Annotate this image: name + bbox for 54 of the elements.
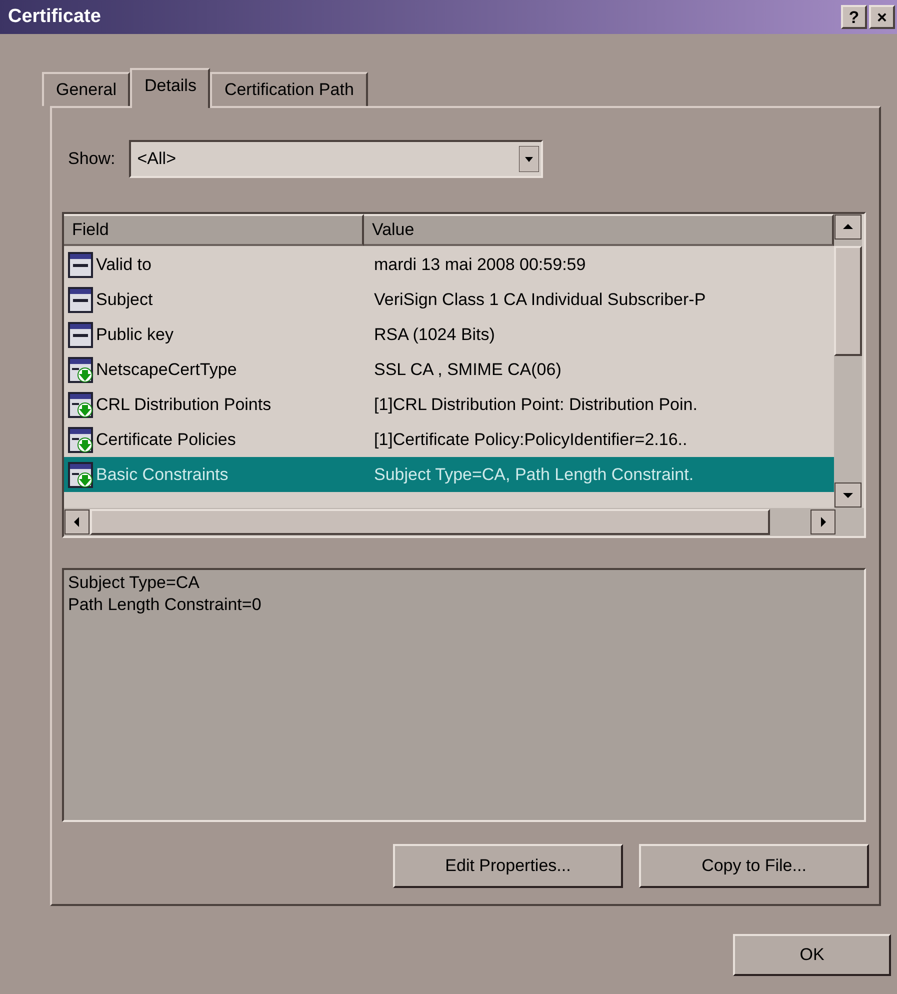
extension-field-icon [68, 356, 94, 384]
show-value: <All> [137, 148, 176, 170]
field-icon [68, 320, 94, 348]
extension-field-icon [68, 426, 94, 454]
horizontal-scrollbar[interactable] [64, 508, 864, 536]
table-cell-text: [1]Certificate Policy:PolicyIdentifier=2.16.. [373, 428, 688, 451]
vertical-scrollbar[interactable] [834, 214, 862, 508]
detail-text-box[interactable]: Subject Type=CA Path Length Constraint=0 [62, 568, 866, 822]
table-cell-text: Basic Constraints [96, 464, 228, 486]
table-cell-text: CRL Distribution Points [96, 394, 272, 416]
table-row[interactable]: NetscapeCertType SSL CA , SMIME CA(06) [64, 352, 834, 387]
table-cell-text: SSL CA , SMIME CA(06) [373, 358, 562, 381]
tab[interactable]: Details [130, 68, 210, 108]
close-button[interactable]: × [869, 5, 895, 29]
table-row[interactable]: CRL Distribution Points [1]CRL Distribution Point: Distribution Poin. [64, 387, 834, 422]
scroll-down-icon[interactable] [834, 482, 862, 508]
table-cell-text: Certificate Policies [96, 428, 236, 451]
table-row[interactable]: Subject VeriSign Class 1 CA Individual Subscriber-P [64, 282, 834, 317]
tab[interactable]: General [42, 72, 130, 106]
scroll-right-icon[interactable] [810, 509, 836, 535]
table-cell-text: Subject [96, 288, 153, 311]
table-row[interactable]: Public key RSA (1024 Bits) [64, 317, 834, 352]
scroll-thumb[interactable] [90, 509, 770, 535]
table-row[interactable]: Valid to mardi 13 mai 2008 00:59:59 [64, 247, 834, 282]
field-icon [68, 286, 94, 314]
table-row[interactable]: Basic Constraints Subject Type=CA, Path Length Constraint. [64, 457, 834, 492]
tab[interactable]: Certification Path [210, 72, 368, 106]
scroll-thumb[interactable] [834, 246, 862, 356]
window-title: Certificate [8, 4, 101, 29]
ok-button[interactable]: OK [733, 934, 891, 976]
table-row[interactable]: Certificate Policies [1]Certificate Policy:PolicyIdentifier=2.16.. [64, 422, 834, 457]
table-cell-text: NetscapeCertType [96, 358, 237, 381]
show-label: Show: [68, 148, 116, 170]
scroll-left-icon[interactable] [64, 509, 90, 535]
detail-line: Path Length Constraint=0 [68, 594, 262, 616]
extension-field-icon [68, 390, 94, 418]
detail-line: Subject Type=CA [68, 572, 201, 594]
table-cell-text: VeriSign Class 1 CA Individual Subscriber-P [373, 288, 707, 311]
action-button[interactable]: Edit Properties... [393, 844, 623, 888]
table-cell-text: [1]CRL Distribution Point: Distribution Poin. [373, 394, 698, 416]
column-header[interactable]: Value [364, 214, 834, 246]
column-header[interactable]: Field [64, 214, 364, 246]
field-icon [68, 250, 94, 278]
dropdown-arrow-icon [519, 146, 540, 172]
table-cell-text: mardi 13 mai 2008 00:59:59 [373, 254, 587, 276]
action-button[interactable]: Copy to File... [639, 844, 869, 888]
extension-field-icon [68, 460, 94, 488]
table-cell-text: Valid to [96, 254, 152, 276]
show-dropdown[interactable]: <All> [129, 140, 544, 178]
table-cell-text: Subject Type=CA, Path Length Constraint. [373, 464, 695, 486]
help-button[interactable]: ? [841, 5, 867, 29]
table-cell-text: Public key [96, 324, 174, 346]
scroll-up-icon[interactable] [834, 214, 862, 240]
table-cell-text: RSA (1024 Bits) [373, 324, 496, 346]
